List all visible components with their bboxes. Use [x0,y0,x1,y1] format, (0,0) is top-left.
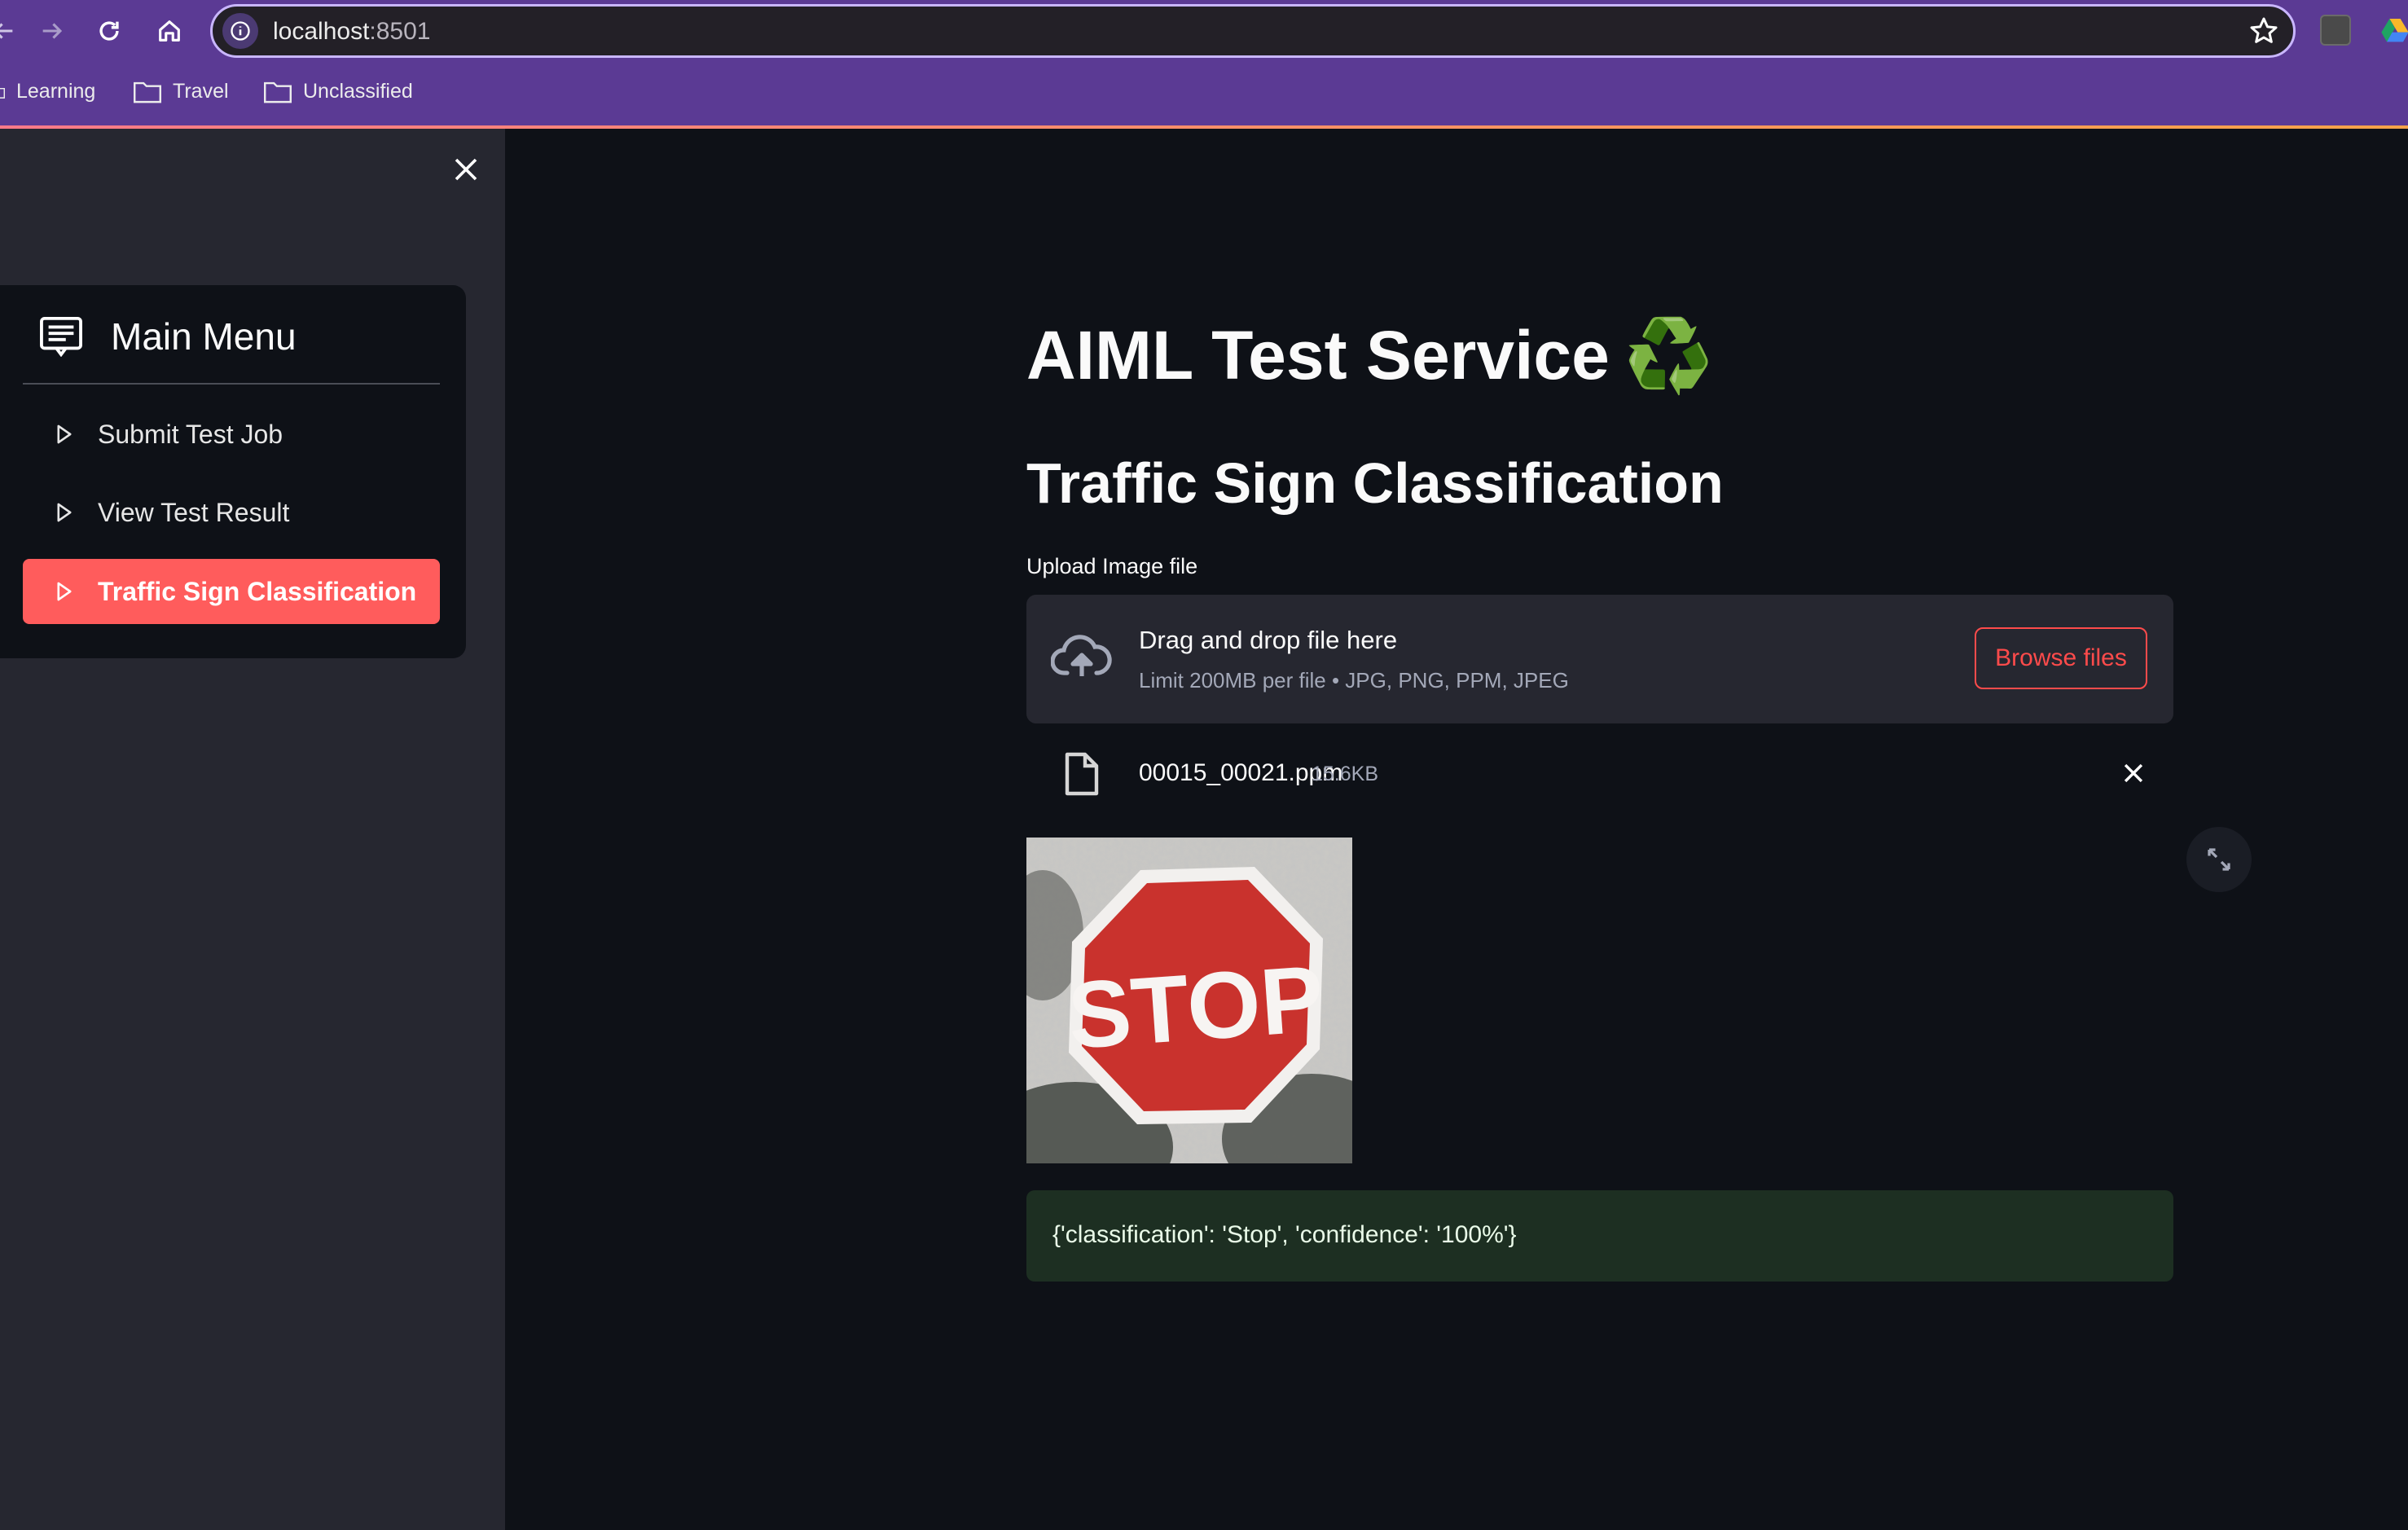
stop-sign-text: STOP [1065,945,1327,1069]
folder-icon [264,81,292,103]
home-button[interactable] [150,11,189,51]
back-icon [0,23,13,39]
bookmark-label: Travel [173,80,229,103]
browse-files-button[interactable]: Browse files [1975,627,2147,689]
stop-sign-image: STOP [1026,838,1352,1163]
bookmark-unclassified[interactable]: Unclassified [264,80,413,103]
bookmark-label: Unclassified [303,80,413,103]
dropzone-instructions: Drag and drop file here [1139,626,1398,654]
bookmark-label: Learning [16,80,96,103]
menu-item-view-test-result[interactable]: View Test Result [23,480,440,545]
menu-item-label: Traffic Sign Classification [98,576,417,606]
section-title: Traffic Sign Classification [1026,451,1724,515]
page-title: AIML Test Service ♻️ [1026,316,1713,395]
browser-toolbar: localhost:8501 [0,0,2408,62]
site-info-icon [231,21,250,41]
menu-item-label: Submit Test Job [98,419,283,449]
forward-button[interactable] [33,11,72,51]
back-button[interactable] [0,11,23,51]
home-icon [159,20,180,42]
file-dropzone[interactable]: Drag and drop file here Limit 200MB per … [1026,595,2173,723]
caret-right-icon [57,503,72,522]
caret-right-icon [57,424,72,444]
url-text: localhost:8501 [273,18,431,45]
menu-item-traffic-sign-classification[interactable]: Traffic Sign Classification [23,559,440,624]
reload-icon [99,21,119,41]
uploaded-image-preview: STOP [1026,838,1352,1163]
bookmark-learning[interactable]: Learning [0,80,95,103]
fullscreen-button[interactable] [2186,827,2252,892]
upload-label: Upload Image file [1026,554,1198,578]
folder-icon [134,81,161,103]
classification-result: {'classification': 'Stop', 'confidence':… [1026,1190,2173,1282]
remove-file-icon[interactable] [2120,759,2147,787]
menu-item-submit-test-job[interactable]: Submit Test Job [23,402,440,467]
extension-icon[interactable] [2320,15,2351,46]
menu-item-label: View Test Result [98,497,290,527]
main-content: AIML Test Service ♻️ Traffic Sign Classi… [505,129,2408,1530]
file-size: 15.6KB [1312,763,1379,785]
main-menu: Main Menu Submit Test Job View Test Resu… [0,285,466,658]
bookmarks-bar: Learning Travel Unclassified [0,62,2408,125]
folder-icon [0,87,5,99]
expand-icon [2208,848,2230,871]
menu-divider [23,383,440,385]
recycle-icon: ♻️ [1624,314,1714,396]
classification-result-text: {'classification': 'Stop', 'confidence':… [1052,1221,1517,1248]
sidebar: Main Menu Submit Test Job View Test Resu… [0,129,505,1530]
reload-button[interactable] [90,11,129,51]
address-bar[interactable]: localhost:8501 [210,4,2296,58]
caret-right-icon [57,582,72,601]
menu-app-indicator-icon [40,316,82,357]
bookmark-travel[interactable]: Travel [134,80,229,103]
menu-header: Main Menu [39,314,297,358]
forward-icon [42,23,63,39]
dropzone-limit-text: Limit 200MB per file • JPG, PNG, PPM, JP… [1139,668,1569,692]
star-icon[interactable] [2248,15,2280,47]
file-icon [1065,752,1099,796]
drive-extension-icon[interactable] [2379,15,2408,47]
menu-title: Main Menu [111,315,297,358]
close-sidebar-icon[interactable] [451,155,481,184]
site-info-button[interactable] [222,13,258,49]
uploaded-file-row: 00015_00021.ppm 15.6KB [1026,748,2173,813]
page-title-text: AIML Test Service [1026,317,1610,393]
cloud-upload-icon [1051,635,1112,676]
